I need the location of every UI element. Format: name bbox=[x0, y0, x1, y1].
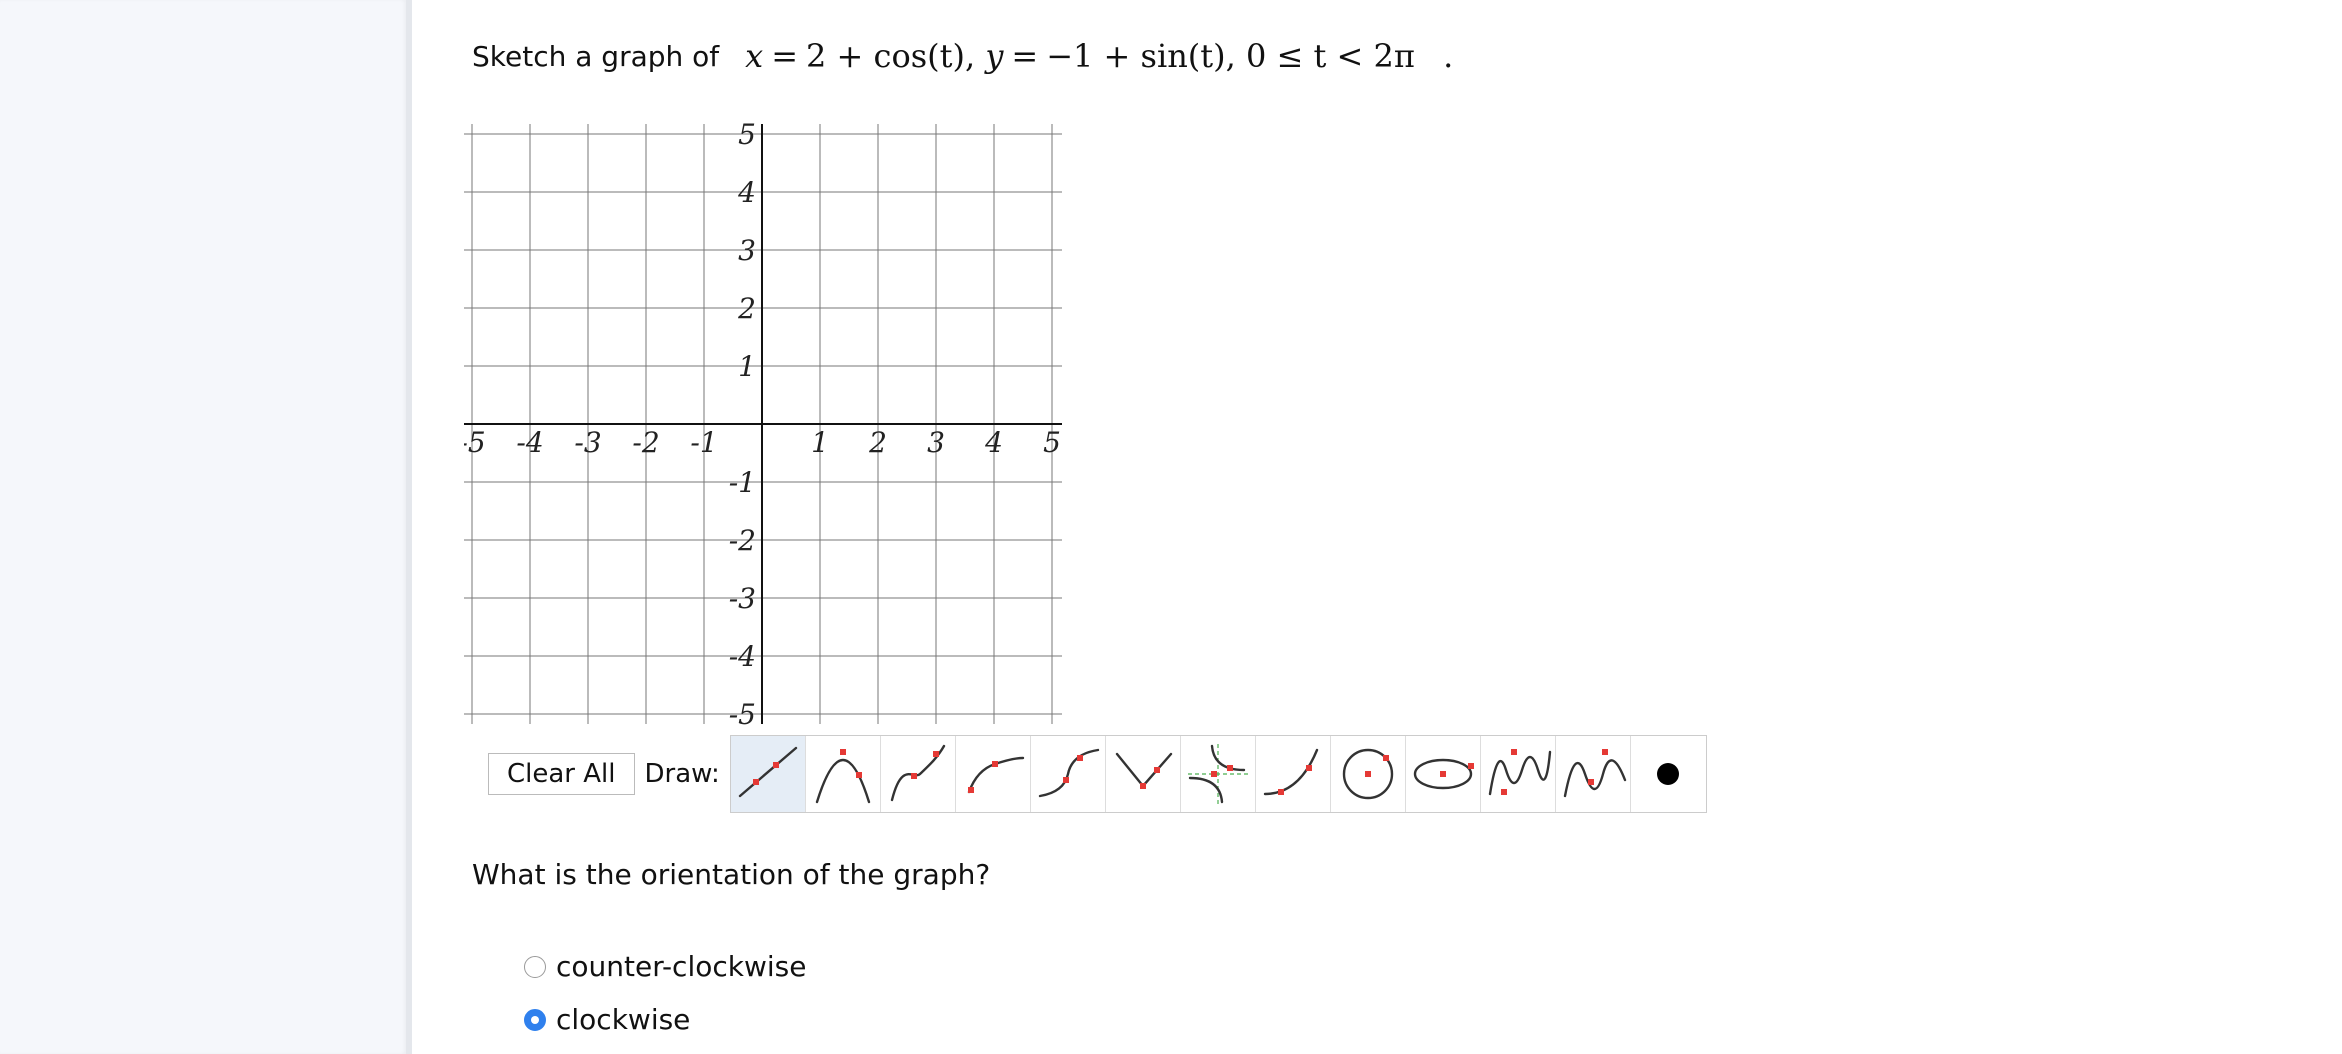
cube-root-tool-icon bbox=[1038, 748, 1099, 798]
x-tick-label: -2 bbox=[632, 426, 659, 459]
y-tick-label: -1 bbox=[729, 466, 756, 499]
exponential-tool-button[interactable] bbox=[1255, 736, 1331, 812]
x-tick-label: -4 bbox=[516, 426, 543, 459]
radio-clockwise[interactable] bbox=[524, 1008, 546, 1031]
comma: , bbox=[964, 37, 976, 75]
parabola-tool-icon bbox=[815, 749, 870, 804]
x-expression: 2 + cos(t) bbox=[806, 37, 965, 75]
y-tick-label: 5 bbox=[738, 120, 756, 151]
radio-counter-clockwise[interactable] bbox=[524, 955, 546, 978]
sqrt-tool-button[interactable] bbox=[955, 736, 1031, 812]
coordinate-grid[interactable]: -5 -4 -3 -2 -1 1 2 3 4 5 5 4 3 2 1 -1 -2 -3 -4 -5 bbox=[464, 120, 1092, 728]
x-tick-label: 1 bbox=[811, 426, 829, 459]
x-tick-label: 5 bbox=[1043, 426, 1061, 459]
cube-root-tool-button[interactable] bbox=[1030, 736, 1106, 812]
sine-tool-button[interactable] bbox=[1480, 736, 1556, 812]
prompt-text: Sketch a graph of bbox=[472, 39, 720, 73]
x-variable: x bbox=[745, 37, 764, 75]
left-sidebar bbox=[0, 0, 412, 1054]
parabola-tool-button[interactable] bbox=[805, 736, 881, 812]
cosine-tool-icon bbox=[1563, 749, 1626, 798]
circle-tool-icon bbox=[1342, 748, 1393, 800]
option-label[interactable]: clockwise bbox=[556, 1003, 690, 1036]
y-tick-label: -4 bbox=[729, 640, 756, 673]
y-tick-label: 1 bbox=[738, 350, 756, 383]
cubic-tool-button[interactable] bbox=[880, 736, 956, 812]
x-tick-label: 4 bbox=[984, 426, 1003, 459]
option-label[interactable]: counter-clockwise bbox=[556, 950, 806, 983]
line-tool-button[interactable] bbox=[730, 736, 806, 812]
drawing-toolbar: Clear All Draw: bbox=[488, 735, 1707, 813]
rational-tool-button[interactable] bbox=[1180, 736, 1256, 812]
y-tick-label: -2 bbox=[729, 524, 756, 557]
absolute-value-tool-button[interactable] bbox=[1105, 736, 1181, 812]
x-tick-label: -3 bbox=[574, 426, 601, 459]
sine-tool-icon bbox=[1488, 749, 1551, 796]
period: . bbox=[1443, 37, 1454, 75]
option-clockwise[interactable]: clockwise bbox=[524, 1003, 690, 1036]
x-tick-label: 3 bbox=[927, 426, 945, 459]
draw-tool-palette bbox=[729, 735, 1707, 813]
draw-label: Draw: bbox=[644, 759, 720, 789]
rational-tool-icon bbox=[1187, 744, 1248, 804]
point-tool-button[interactable] bbox=[1630, 736, 1706, 812]
absolute-value-tool-icon bbox=[1115, 752, 1172, 789]
graphing-area[interactable]: -5 -4 -3 -2 -1 1 2 3 4 5 5 4 3 2 1 -1 -2 -3 -4 -5 bbox=[464, 120, 1092, 728]
y-tick-label: 4 bbox=[737, 176, 756, 209]
x-tick-label: 2 bbox=[868, 426, 887, 459]
y-tick-label: -3 bbox=[729, 582, 756, 615]
y-tick-label: 2 bbox=[737, 292, 756, 325]
y-tick-label: 3 bbox=[738, 234, 756, 267]
clear-all-button[interactable]: Clear All bbox=[488, 753, 635, 795]
question-content: Sketch a graph of x = 2 + cos(t), y = −1 + s… bbox=[412, 0, 2342, 1054]
ellipse-tool-button[interactable] bbox=[1405, 736, 1481, 812]
x-tick-label: -5 bbox=[464, 426, 486, 459]
option-counter-clockwise[interactable]: counter-clockwise bbox=[524, 950, 806, 983]
circle-tool-button[interactable] bbox=[1330, 736, 1406, 812]
cosine-tool-button[interactable] bbox=[1555, 736, 1631, 812]
parametric-equation: x = 2 + cos(t), y = −1 + sin(t), 0 ≤ t < 2π … bbox=[745, 37, 1453, 75]
equals-sign: = bbox=[1011, 37, 1039, 75]
cubic-tool-icon bbox=[890, 744, 945, 802]
point-tool-icon bbox=[1657, 763, 1680, 785]
line-tool-icon bbox=[738, 746, 797, 798]
ellipse-tool-icon bbox=[1413, 758, 1474, 790]
y-tick-label: -5 bbox=[729, 698, 756, 728]
sqrt-tool-icon bbox=[967, 756, 1024, 794]
exponential-tool-icon bbox=[1263, 748, 1318, 796]
x-tick-label: -1 bbox=[690, 426, 717, 459]
y-expression-and-domain: −1 + sin(t), 0 ≤ t < 2π bbox=[1046, 37, 1415, 75]
equals-sign: = bbox=[771, 37, 799, 75]
orientation-question: What is the orientation of the graph? bbox=[472, 858, 991, 891]
y-variable: y bbox=[985, 37, 1004, 75]
question-prompt: Sketch a graph of x = 2 + cos(t), y = −1 + s… bbox=[472, 36, 1453, 76]
